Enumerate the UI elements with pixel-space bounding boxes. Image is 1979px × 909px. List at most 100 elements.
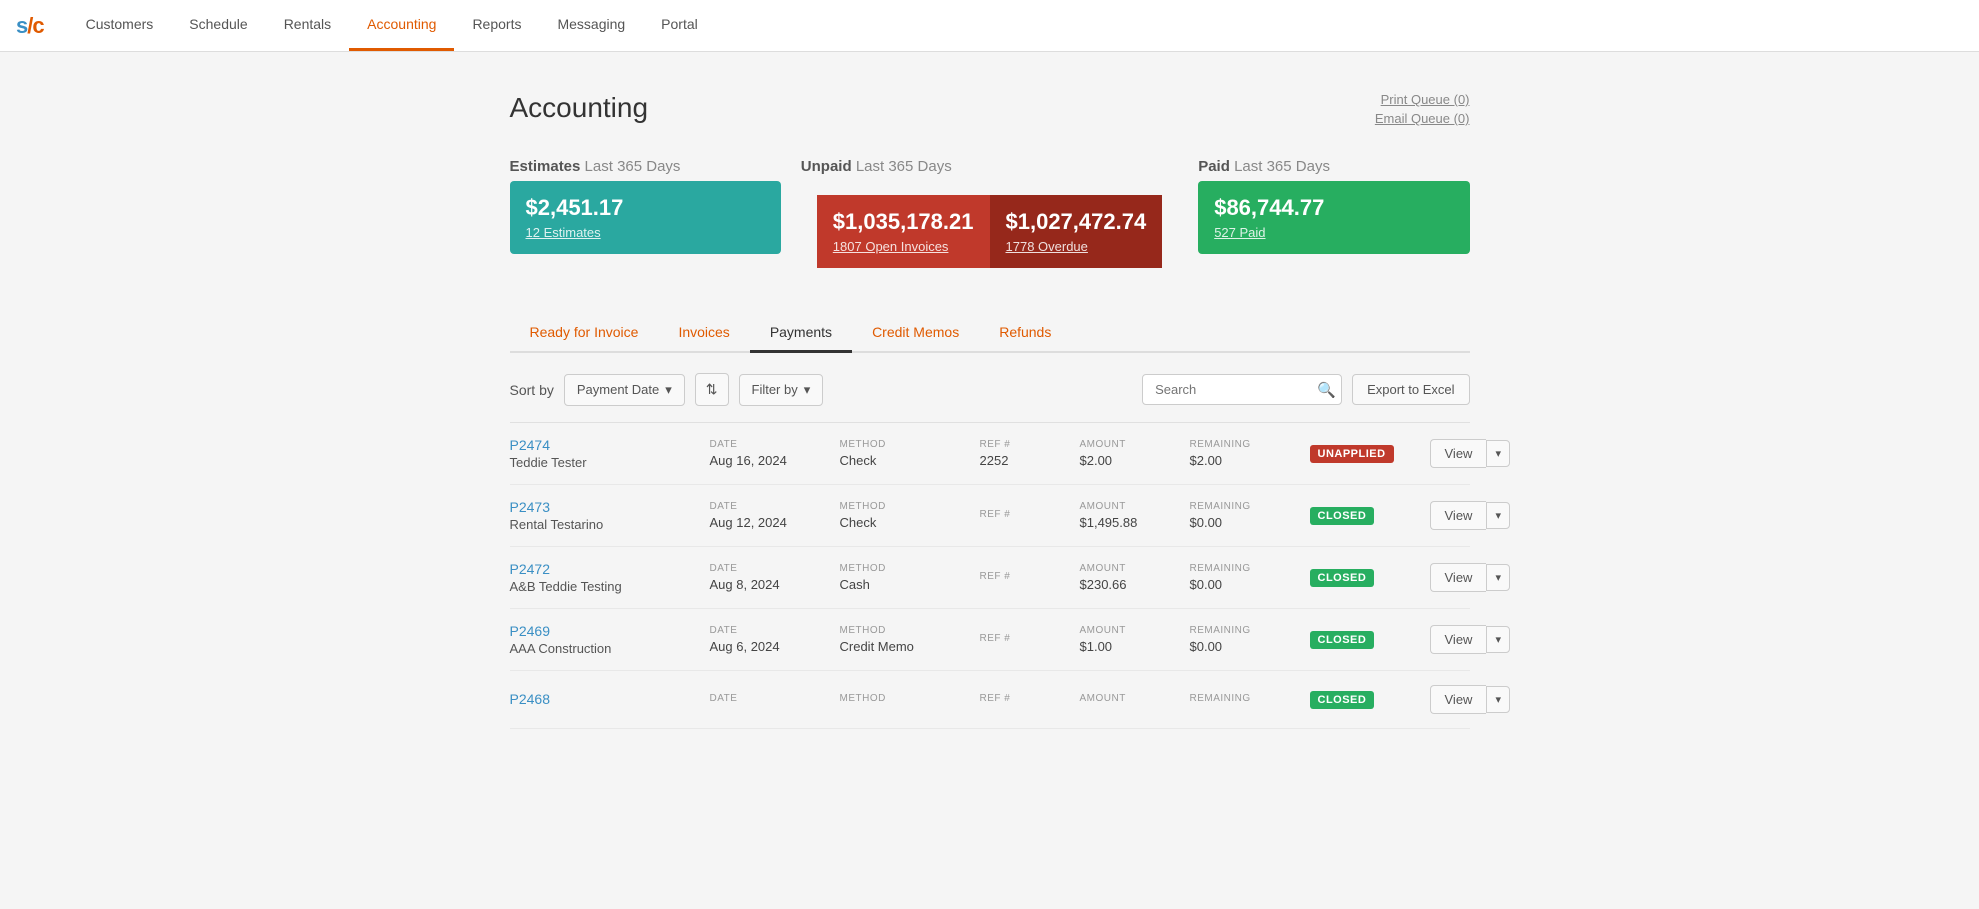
payment-amount-col: AMOUNT $230.66 bbox=[1080, 563, 1190, 592]
view-dropdown-button[interactable]: ▾ bbox=[1486, 626, 1510, 653]
remaining-value: $2.00 bbox=[1190, 453, 1310, 468]
nav-item-messaging[interactable]: Messaging bbox=[539, 0, 643, 51]
logo-text: s/c bbox=[16, 13, 44, 39]
controls-left: Sort by Payment Date ▾ ⇅ Filter by ▾ bbox=[510, 373, 824, 406]
summary-cards: Estimates Last 365 Days $2,451.17 12 Est… bbox=[510, 158, 1470, 282]
filter-by-button[interactable]: Filter by ▾ bbox=[739, 374, 824, 406]
payment-id-link[interactable]: P2474 bbox=[510, 437, 550, 453]
method-label: METHOD bbox=[840, 625, 980, 636]
paid-link[interactable]: 527 Paid bbox=[1214, 225, 1453, 240]
controls-row: Sort by Payment Date ▾ ⇅ Filter by ▾ 🔍 E… bbox=[510, 373, 1470, 406]
view-dropdown-button[interactable]: ▾ bbox=[1486, 686, 1510, 713]
ref-label: REF # bbox=[980, 633, 1080, 644]
date-value: Aug 16, 2024 bbox=[710, 453, 840, 468]
payment-id-link[interactable]: P2469 bbox=[510, 623, 550, 639]
search-icon: 🔍 bbox=[1317, 382, 1336, 399]
date-value: Aug 6, 2024 bbox=[710, 639, 840, 654]
view-button[interactable]: View bbox=[1430, 625, 1487, 654]
estimates-link[interactable]: 12 Estimates bbox=[526, 225, 765, 240]
sort-by-label: Payment Date bbox=[577, 382, 659, 397]
search-button[interactable]: 🔍 bbox=[1317, 381, 1336, 399]
payment-amount-col: AMOUNT $1.00 bbox=[1080, 625, 1190, 654]
page-actions: Print Queue (0) Email Queue (0) bbox=[1375, 92, 1470, 126]
payment-date-col: DATE bbox=[710, 693, 840, 707]
view-dropdown-button[interactable]: ▾ bbox=[1486, 502, 1510, 529]
payment-method-col: METHOD Check bbox=[840, 439, 980, 468]
status-badge: CLOSED bbox=[1310, 507, 1375, 525]
paid-card: Paid Last 365 Days $86,744.77 527 Paid bbox=[1198, 158, 1469, 282]
payment-status-col: CLOSED bbox=[1310, 631, 1430, 649]
payment-id-link[interactable]: P2472 bbox=[510, 561, 550, 577]
date-value: Aug 8, 2024 bbox=[710, 577, 840, 592]
method-label: METHOD bbox=[840, 563, 980, 574]
tab-credit-memos[interactable]: Credit Memos bbox=[852, 314, 979, 353]
payment-id-name: P2469 AAA Construction bbox=[510, 623, 710, 656]
sort-label: Sort by bbox=[510, 382, 554, 398]
top-navigation: s/c Customers Schedule Rentals Accountin… bbox=[0, 0, 1979, 52]
view-button[interactable]: View bbox=[1430, 501, 1487, 530]
method-value: Check bbox=[840, 453, 980, 468]
nav-item-portal[interactable]: Portal bbox=[643, 0, 716, 51]
ref-value: 2252 bbox=[980, 453, 1080, 468]
overdue-invoices-link[interactable]: 1778 Overdue bbox=[1006, 239, 1147, 254]
view-dropdown-button[interactable]: ▾ bbox=[1486, 564, 1510, 591]
payment-row: P2469 AAA Construction DATE Aug 6, 2024 … bbox=[510, 609, 1470, 671]
paid-body: $86,744.77 527 Paid bbox=[1198, 181, 1469, 254]
payment-id-link[interactable]: P2473 bbox=[510, 499, 550, 515]
nav-item-schedule[interactable]: Schedule bbox=[171, 0, 265, 51]
payment-row: P2468 DATE METHOD REF # AMOUNT REMAINING… bbox=[510, 671, 1470, 729]
view-button[interactable]: View bbox=[1430, 563, 1487, 592]
payment-actions-col: View ▾ bbox=[1430, 625, 1510, 654]
amount-label: AMOUNT bbox=[1080, 693, 1190, 704]
payment-row: P2474 Teddie Tester DATE Aug 16, 2024 ME… bbox=[510, 423, 1470, 485]
amount-label: AMOUNT bbox=[1080, 501, 1190, 512]
email-queue-link[interactable]: Email Queue (0) bbox=[1375, 111, 1470, 126]
view-button[interactable]: View bbox=[1430, 685, 1487, 714]
payment-method-col: METHOD Credit Memo bbox=[840, 625, 980, 654]
paid-label: Paid Last 365 Days bbox=[1198, 158, 1469, 175]
sort-by-button[interactable]: Payment Date ▾ bbox=[564, 374, 685, 406]
open-invoices-half: $1,035,178.21 1807 Open Invoices bbox=[817, 195, 990, 268]
amount-label: AMOUNT bbox=[1080, 563, 1190, 574]
customer-name: Teddie Tester bbox=[510, 455, 710, 470]
sort-direction-icon: ⇅ bbox=[706, 381, 718, 397]
export-to-excel-button[interactable]: Export to Excel bbox=[1352, 374, 1469, 405]
search-input[interactable] bbox=[1142, 374, 1342, 405]
tab-ready-for-invoice[interactable]: Ready for Invoice bbox=[510, 314, 659, 353]
status-badge: CLOSED bbox=[1310, 569, 1375, 587]
estimates-card: Estimates Last 365 Days $2,451.17 12 Est… bbox=[510, 158, 781, 282]
payment-ref-col: REF # 2252 bbox=[980, 439, 1080, 468]
payment-id-name: P2468 bbox=[510, 691, 710, 709]
date-label: DATE bbox=[710, 501, 840, 512]
status-badge: UNAPPLIED bbox=[1310, 445, 1394, 463]
filter-by-label: Filter by bbox=[752, 382, 798, 397]
nav-item-reports[interactable]: Reports bbox=[454, 0, 539, 51]
ref-label: REF # bbox=[980, 571, 1080, 582]
tab-refunds[interactable]: Refunds bbox=[979, 314, 1071, 353]
remaining-label: REMAINING bbox=[1190, 693, 1310, 704]
sort-direction-button[interactable]: ⇅ bbox=[695, 373, 729, 406]
logo[interactable]: s/c bbox=[16, 13, 44, 39]
nav-item-rentals[interactable]: Rentals bbox=[266, 0, 349, 51]
open-invoices-amount: $1,035,178.21 bbox=[833, 209, 974, 235]
tab-payments[interactable]: Payments bbox=[750, 314, 852, 353]
unpaid-body: $1,035,178.21 1807 Open Invoices $1,027,… bbox=[801, 181, 1178, 282]
payment-date-col: DATE Aug 12, 2024 bbox=[710, 501, 840, 530]
payment-ref-col: REF # bbox=[980, 693, 1080, 707]
payment-method-col: METHOD Cash bbox=[840, 563, 980, 592]
amount-label: AMOUNT bbox=[1080, 625, 1190, 636]
payment-ref-col: REF # bbox=[980, 509, 1080, 523]
filter-dropdown-icon: ▾ bbox=[804, 382, 811, 398]
nav-item-accounting[interactable]: Accounting bbox=[349, 0, 454, 51]
payment-remaining-col: REMAINING bbox=[1190, 693, 1310, 707]
tab-invoices[interactable]: Invoices bbox=[658, 314, 749, 353]
payment-id-link[interactable]: P2468 bbox=[510, 691, 550, 707]
print-queue-link[interactable]: Print Queue (0) bbox=[1381, 92, 1470, 107]
open-invoices-link[interactable]: 1807 Open Invoices bbox=[833, 239, 974, 254]
view-dropdown-button[interactable]: ▾ bbox=[1486, 440, 1510, 467]
payment-ref-col: REF # bbox=[980, 571, 1080, 585]
payment-id-name: P2472 A&B Teddie Testing bbox=[510, 561, 710, 594]
payment-status-col: UNAPPLIED bbox=[1310, 445, 1430, 463]
view-button[interactable]: View bbox=[1430, 439, 1487, 468]
nav-item-customers[interactable]: Customers bbox=[68, 0, 172, 51]
